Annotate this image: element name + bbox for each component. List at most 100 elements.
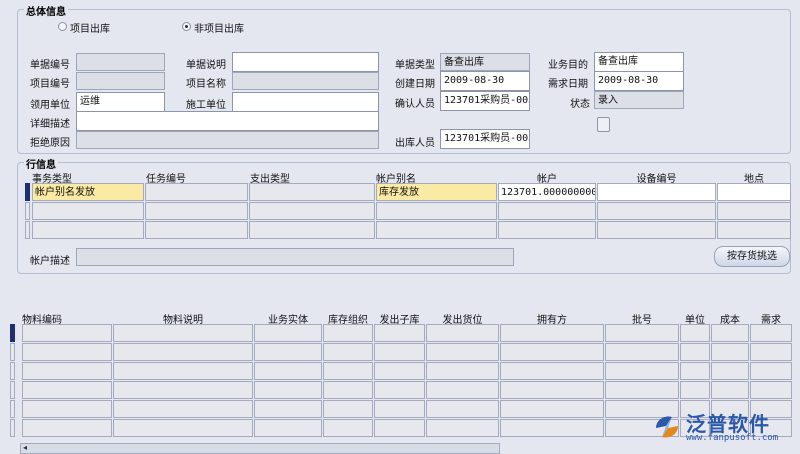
- bottom-table-cell[interactable]: [22, 400, 112, 418]
- bottom-table-cell[interactable]: [426, 362, 499, 380]
- line-cell[interactable]: [597, 221, 716, 239]
- bottom-table-cell[interactable]: [680, 324, 710, 342]
- bottom-table-cell[interactable]: [711, 324, 749, 342]
- bottom-table-cell[interactable]: [680, 343, 710, 361]
- bottom-table-cell[interactable]: [750, 324, 792, 342]
- bottom-row-marker[interactable]: [10, 324, 15, 342]
- bottom-table-cell[interactable]: [500, 362, 604, 380]
- project-out-radio[interactable]: [58, 22, 67, 31]
- line-device-no-cell[interactable]: [597, 183, 716, 201]
- bottom-table-cell[interactable]: [500, 324, 604, 342]
- biz-purpose-field[interactable]: 备查出库: [594, 52, 684, 72]
- bottom-table-cell[interactable]: [426, 419, 499, 437]
- bottom-table-cell[interactable]: [426, 400, 499, 418]
- confirmer-field[interactable]: 123701采购员-003: [440, 91, 530, 111]
- line-cell[interactable]: [597, 202, 716, 220]
- bottom-table-cell[interactable]: [426, 324, 499, 342]
- bottom-table-cell[interactable]: [750, 381, 792, 399]
- bottom-table-cell[interactable]: [254, 362, 322, 380]
- line-row-marker[interactable]: [25, 202, 30, 220]
- bottom-table-cell[interactable]: [374, 381, 425, 399]
- line-cell[interactable]: [498, 202, 596, 220]
- bottom-row-marker[interactable]: [10, 381, 15, 399]
- bottom-table-cell[interactable]: [323, 419, 373, 437]
- bottom-table-cell[interactable]: [254, 419, 322, 437]
- bottom-table-cell[interactable]: [113, 419, 253, 437]
- bottom-table-cell[interactable]: [22, 362, 112, 380]
- bottom-table-cell[interactable]: [323, 362, 373, 380]
- line-cell[interactable]: [717, 221, 791, 239]
- line-cell[interactable]: [32, 202, 144, 220]
- bottom-table-cell[interactable]: [113, 324, 253, 342]
- bottom-table-cell[interactable]: [605, 381, 679, 399]
- bottom-table-cell[interactable]: [426, 343, 499, 361]
- bottom-table-cell[interactable]: [500, 400, 604, 418]
- construct-unit-field[interactable]: [232, 92, 379, 112]
- bottom-table-cell[interactable]: [22, 419, 112, 437]
- bottom-table-cell[interactable]: [22, 324, 112, 342]
- demand-date-field[interactable]: 2009-08-30: [594, 71, 684, 91]
- bottom-row-marker[interactable]: [10, 419, 15, 437]
- pick-by-inventory-button[interactable]: 按存货挑选: [714, 246, 790, 267]
- bottom-table-cell[interactable]: [374, 419, 425, 437]
- bottom-table-cell[interactable]: [680, 362, 710, 380]
- line-expense-type-cell[interactable]: [249, 183, 375, 201]
- bottom-table-cell[interactable]: [374, 400, 425, 418]
- line-cell[interactable]: [145, 202, 248, 220]
- line-trans-type-cell[interactable]: 帐户别名发放: [32, 183, 144, 201]
- bottom-table-cell[interactable]: [711, 343, 749, 361]
- bottom-table-cell[interactable]: [323, 324, 373, 342]
- bottom-table-cell[interactable]: [113, 400, 253, 418]
- bottom-table-cell[interactable]: [426, 381, 499, 399]
- line-cell[interactable]: [376, 221, 497, 239]
- out-person-field[interactable]: 123701采购员-003: [440, 129, 530, 149]
- nonproject-out-radio[interactable]: [182, 22, 191, 31]
- bottom-table-cell[interactable]: [711, 381, 749, 399]
- line-task-no-cell[interactable]: [145, 183, 248, 201]
- bottom-table-cell[interactable]: [605, 362, 679, 380]
- bottom-table-cell[interactable]: [113, 362, 253, 380]
- bottom-table-cell[interactable]: [605, 343, 679, 361]
- detail-desc-field[interactable]: [76, 111, 379, 131]
- bottom-table-cell[interactable]: [711, 362, 749, 380]
- line-location-cell[interactable]: [717, 183, 791, 201]
- bottom-table-cell[interactable]: [500, 343, 604, 361]
- horizontal-scrollbar[interactable]: ◂: [20, 443, 500, 454]
- bottom-table-cell[interactable]: [254, 343, 322, 361]
- line-cell[interactable]: [498, 221, 596, 239]
- bottom-row-marker[interactable]: [10, 400, 15, 418]
- bottom-table-cell[interactable]: [22, 343, 112, 361]
- bottom-table-cell[interactable]: [680, 381, 710, 399]
- bottom-row-marker[interactable]: [10, 343, 15, 361]
- line-row-marker[interactable]: [25, 183, 30, 201]
- bottom-table-cell[interactable]: [374, 362, 425, 380]
- bottom-table-cell[interactable]: [323, 343, 373, 361]
- bottom-table-cell[interactable]: [323, 381, 373, 399]
- bottom-table-cell[interactable]: [254, 324, 322, 342]
- header-checkbox[interactable]: [597, 117, 610, 132]
- bottom-table-cell[interactable]: [254, 400, 322, 418]
- line-cell[interactable]: [717, 202, 791, 220]
- line-cell[interactable]: [32, 221, 144, 239]
- bottom-table-cell[interactable]: [113, 343, 253, 361]
- bottom-table-cell[interactable]: [750, 343, 792, 361]
- line-cell[interactable]: [249, 221, 375, 239]
- bottom-table-cell[interactable]: [750, 362, 792, 380]
- bottom-table-cell[interactable]: [22, 381, 112, 399]
- bottom-table-cell[interactable]: [500, 381, 604, 399]
- bottom-table-cell[interactable]: [113, 381, 253, 399]
- bottom-row-marker[interactable]: [10, 362, 15, 380]
- bottom-table-cell[interactable]: [323, 400, 373, 418]
- line-account-cell[interactable]: 123701.0000000000: [498, 183, 596, 201]
- bottom-table-cell[interactable]: [500, 419, 604, 437]
- line-row-marker[interactable]: [25, 221, 30, 239]
- bottom-table-cell[interactable]: [374, 343, 425, 361]
- bottom-table-cell[interactable]: [374, 324, 425, 342]
- recv-unit-field[interactable]: 运维: [76, 92, 165, 112]
- line-account-alias-cell[interactable]: 库存发放: [376, 183, 497, 201]
- bottom-table-cell[interactable]: [605, 324, 679, 342]
- bottom-table-cell[interactable]: [254, 381, 322, 399]
- scroll-left-arrow-icon[interactable]: ◂: [23, 443, 27, 452]
- line-cell[interactable]: [376, 202, 497, 220]
- doc-desc-field[interactable]: [232, 52, 379, 72]
